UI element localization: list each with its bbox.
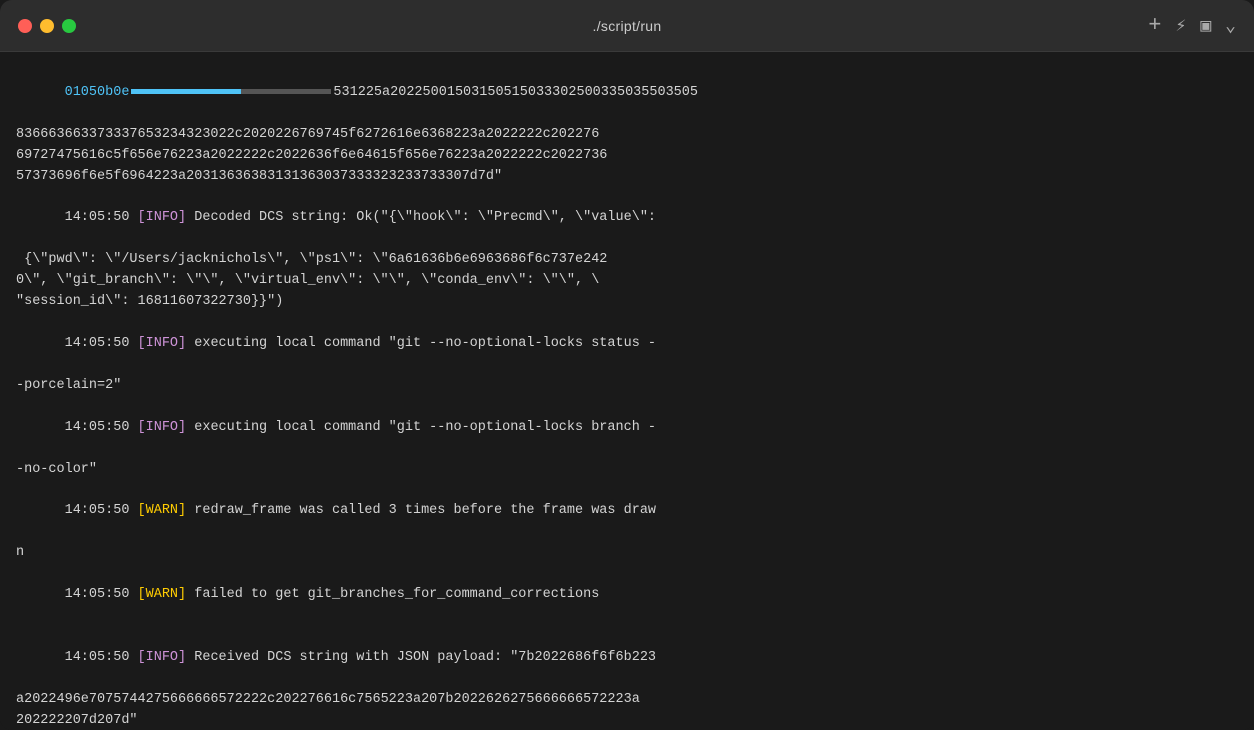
terminal-output[interactable]: 01050b0e531225a2022500150315051503330250…: [0, 52, 1254, 730]
log-line: 14:05:50 [INFO] executing local command …: [16, 397, 1238, 460]
minimize-button[interactable]: [40, 19, 54, 33]
log-line-cont: {\"pwd\": \"/Users/jacknichols\", \"ps1\…: [16, 250, 1238, 271]
log-line-cont: n: [16, 543, 1238, 564]
close-button[interactable]: [18, 19, 32, 33]
terminal-line: 836663663373337653234323022c202022676974…: [16, 125, 1238, 146]
window-title: ./script/run: [593, 18, 662, 34]
log-line-cont: 202222207d207d": [16, 711, 1238, 730]
log-line-cont: -porcelain=2": [16, 376, 1238, 397]
log-line-cont: 0\", \"git_branch\": \"\", \"virtual_env…: [16, 271, 1238, 292]
log-line-cont: "session_id\": 16811607322730}}"): [16, 292, 1238, 313]
titlebar: ./script/run + ⚡ ▣ ⌄: [0, 0, 1254, 52]
terminal-line: 69727475616c5f656e76223a2022222c2022636f…: [16, 146, 1238, 167]
titlebar-right-controls: + ⚡ ▣ ⌄: [1148, 13, 1236, 38]
log-line: 14:05:50 [INFO] executing local command …: [16, 313, 1238, 376]
log-line-cont: -no-color": [16, 460, 1238, 481]
new-tab-icon[interactable]: +: [1148, 13, 1161, 38]
maximize-button[interactable]: [62, 19, 76, 33]
log-line-cont: a2022496e7075744275666666572222c20227661…: [16, 690, 1238, 711]
log-line: 14:05:50 [INFO] Decoded DCS string: Ok("…: [16, 188, 1238, 251]
lightning-icon[interactable]: ⚡: [1175, 15, 1186, 37]
terminal-line: 01050b0e531225a2022500150315051503330250…: [16, 62, 1238, 125]
log-line: 14:05:50 [WARN] redraw_frame was called …: [16, 480, 1238, 543]
chevron-down-icon[interactable]: ⌄: [1225, 15, 1236, 37]
log-line: 14:05:50 [INFO] Received DCS string with…: [16, 627, 1238, 690]
layout-icon[interactable]: ▣: [1200, 15, 1211, 37]
progress-bar-container: 01050b0e: [65, 85, 334, 100]
terminal-window: ./script/run + ⚡ ▣ ⌄ 01050b0e531225a2022…: [0, 0, 1254, 730]
log-line: 14:05:50 [WARN] failed to get git_branch…: [16, 564, 1238, 627]
traffic-lights: [18, 19, 76, 33]
terminal-line: 57373696f6e5f6964223a2031363638313136303…: [16, 167, 1238, 188]
